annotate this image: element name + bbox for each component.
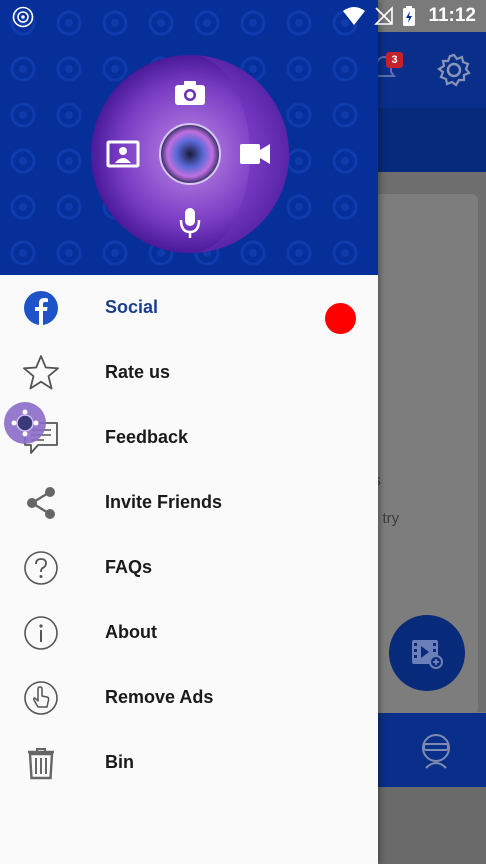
menu-item-bin[interactable]: Bin bbox=[0, 730, 378, 795]
video-icon bbox=[240, 144, 270, 164]
gear-icon[interactable] bbox=[436, 52, 472, 88]
navigation-drawer: Social Rate us Feedback Invite Friends F… bbox=[0, 0, 378, 864]
drawer-header bbox=[0, 0, 378, 275]
menu-item-about[interactable]: About bbox=[0, 600, 378, 665]
recorder-status-icon bbox=[12, 6, 34, 28]
status-bar: 11:12 bbox=[0, 0, 486, 32]
menu-item-rate-us[interactable]: Rate us bbox=[0, 340, 378, 405]
help-icon bbox=[22, 549, 60, 587]
notification-dot bbox=[325, 303, 356, 334]
menu-item-label: Social bbox=[105, 297, 159, 317]
info-icon bbox=[22, 614, 60, 652]
menu-item-label: Remove Ads bbox=[105, 687, 214, 707]
menu-item-label: Feedback bbox=[105, 427, 189, 447]
touch-icon bbox=[22, 679, 60, 717]
profile-avatar-icon[interactable] bbox=[414, 728, 458, 772]
star-icon bbox=[22, 354, 60, 392]
menu-item-remove-ads[interactable]: Remove Ads bbox=[0, 665, 378, 730]
menu-item-invite-friends[interactable]: Invite Friends bbox=[0, 470, 378, 535]
floating-recorder-bubble[interactable] bbox=[3, 401, 47, 445]
menu-item-social[interactable]: Social bbox=[0, 275, 378, 340]
no-signal-icon bbox=[374, 6, 394, 25]
video-add-icon bbox=[412, 640, 443, 669]
app-logo bbox=[91, 55, 289, 253]
notification-badge: 3 bbox=[386, 52, 403, 68]
status-time: 11:12 bbox=[428, 5, 476, 26]
menu-item-label: Bin bbox=[105, 752, 134, 772]
menu-item-label: About bbox=[105, 622, 157, 642]
wifi-icon bbox=[343, 7, 366, 25]
drawer-menu: Social Rate us Feedback Invite Friends F… bbox=[0, 275, 378, 795]
add-video-button[interactable] bbox=[389, 615, 465, 691]
menu-item-label: Rate us bbox=[105, 362, 171, 382]
menu-item-label: FAQs bbox=[105, 557, 153, 577]
battery-charging-icon bbox=[403, 6, 416, 26]
share-icon bbox=[22, 484, 60, 522]
status-right: 11:12 bbox=[342, 0, 476, 32]
menu-item-feedback[interactable]: Feedback bbox=[0, 405, 378, 470]
facebook-icon bbox=[22, 289, 60, 327]
menu-item-faqs[interactable]: FAQs bbox=[0, 535, 378, 600]
menu-item-label: Invite Friends bbox=[105, 492, 223, 512]
trash-icon bbox=[22, 744, 60, 782]
